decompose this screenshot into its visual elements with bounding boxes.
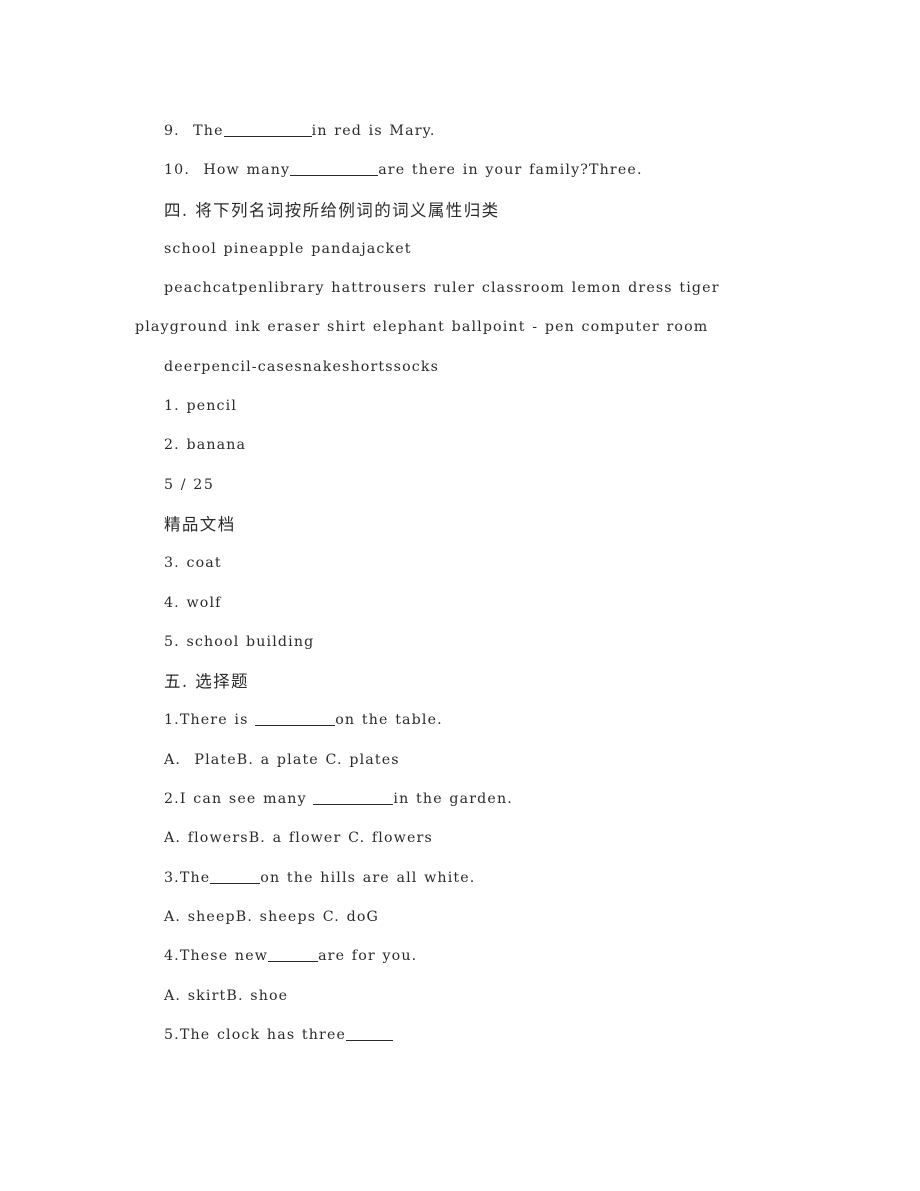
answer-blank bbox=[223, 124, 312, 137]
answer-item-5: 5. school building bbox=[164, 633, 315, 650]
section-five-heading: 五. 选择题 bbox=[164, 672, 249, 692]
question-stem-before: These new bbox=[179, 948, 269, 965]
question-stem-before: How many bbox=[203, 162, 291, 179]
document-body: 9. The in red is Mary. 10. How many are th… bbox=[135, 112, 785, 1055]
choice-question-4-options: A. skirtB. shoe bbox=[164, 987, 289, 1004]
document-page: 9. The in red is Mary. 10. How many are th… bbox=[0, 0, 920, 1191]
answer-blank bbox=[290, 163, 379, 177]
answer-blank bbox=[346, 1028, 394, 1041]
question-number: 5. bbox=[164, 1026, 180, 1043]
question-stem-after: in the garden. bbox=[393, 791, 513, 808]
question-stem-before: The bbox=[193, 123, 224, 139]
choice-question-1-stem: 1.There is on the table. bbox=[135, 701, 785, 740]
question-number: 4. bbox=[164, 948, 180, 965]
choice-question-1-options: A. PlateB. a plate C. plates bbox=[164, 751, 400, 768]
question-stem-after: are for you. bbox=[318, 948, 418, 965]
word-bank-line-2: peachcatpenlibrary hattrousers ruler cla… bbox=[164, 280, 720, 297]
word-bank-line-4: deerpencil-casesnakeshortssocks bbox=[164, 358, 440, 375]
question-stem-before: I can see many bbox=[179, 791, 314, 808]
document-watermark-label: 精品文档 bbox=[164, 514, 236, 534]
question-number: 2. bbox=[164, 791, 180, 808]
word-bank-line-3: playground ink eraser shirt elephant bal… bbox=[135, 319, 709, 336]
answer-blank bbox=[268, 949, 319, 963]
question-spacer bbox=[190, 162, 203, 178]
question-number: 10. bbox=[164, 162, 191, 179]
choice-question-3-stem: 3.The on the hills are all white. bbox=[135, 859, 785, 898]
question-number: 1. bbox=[164, 712, 180, 729]
question-stem-after: on the hills are all white. bbox=[260, 869, 476, 886]
choice-question-4-stem: 4.These new are for you. bbox=[135, 937, 785, 976]
answer-item-3: 3. coat bbox=[164, 555, 222, 572]
choice-question-2-stem: 2.I can see many in the garden. bbox=[135, 780, 785, 819]
answer-blank bbox=[210, 871, 261, 884]
answer-blank bbox=[313, 792, 394, 806]
page-marker: 5 / 25 bbox=[164, 476, 215, 493]
section-four-heading: 四. 将下列名词按所给例词的词义属性归类 bbox=[164, 200, 500, 220]
question-number: 3. bbox=[164, 869, 180, 886]
question-stem-after: are there in your family?Three. bbox=[378, 162, 643, 179]
answer-item-2: 2. banana bbox=[164, 437, 247, 454]
choice-question-2-options: A. flowersB. a flower C. flowers bbox=[164, 830, 433, 847]
question-stem-before: The bbox=[179, 869, 211, 886]
answer-blank bbox=[255, 713, 336, 727]
question-stem-before: There is bbox=[179, 712, 256, 729]
answer-item-4: 4. wolf bbox=[164, 594, 222, 611]
question-spacer bbox=[180, 123, 193, 139]
fill-in-question-9: 9. The in red is Mary. bbox=[135, 112, 785, 151]
word-bank-line-1: school pineapple pandajacket bbox=[164, 240, 412, 257]
question-number: 9. bbox=[164, 123, 180, 139]
choice-question-5-stem: 5.The clock has three bbox=[135, 1016, 785, 1055]
question-stem-after: on the table. bbox=[335, 712, 443, 729]
fill-in-question-10: 10. How many are there in your family?Thr… bbox=[135, 151, 785, 190]
question-stem-after: in red is Mary. bbox=[311, 123, 436, 139]
choice-question-3-options: A. sheepB. sheeps C. doG bbox=[164, 908, 380, 925]
answer-item-1: 1. pencil bbox=[164, 398, 238, 415]
question-stem-before: The clock has three bbox=[179, 1026, 347, 1043]
